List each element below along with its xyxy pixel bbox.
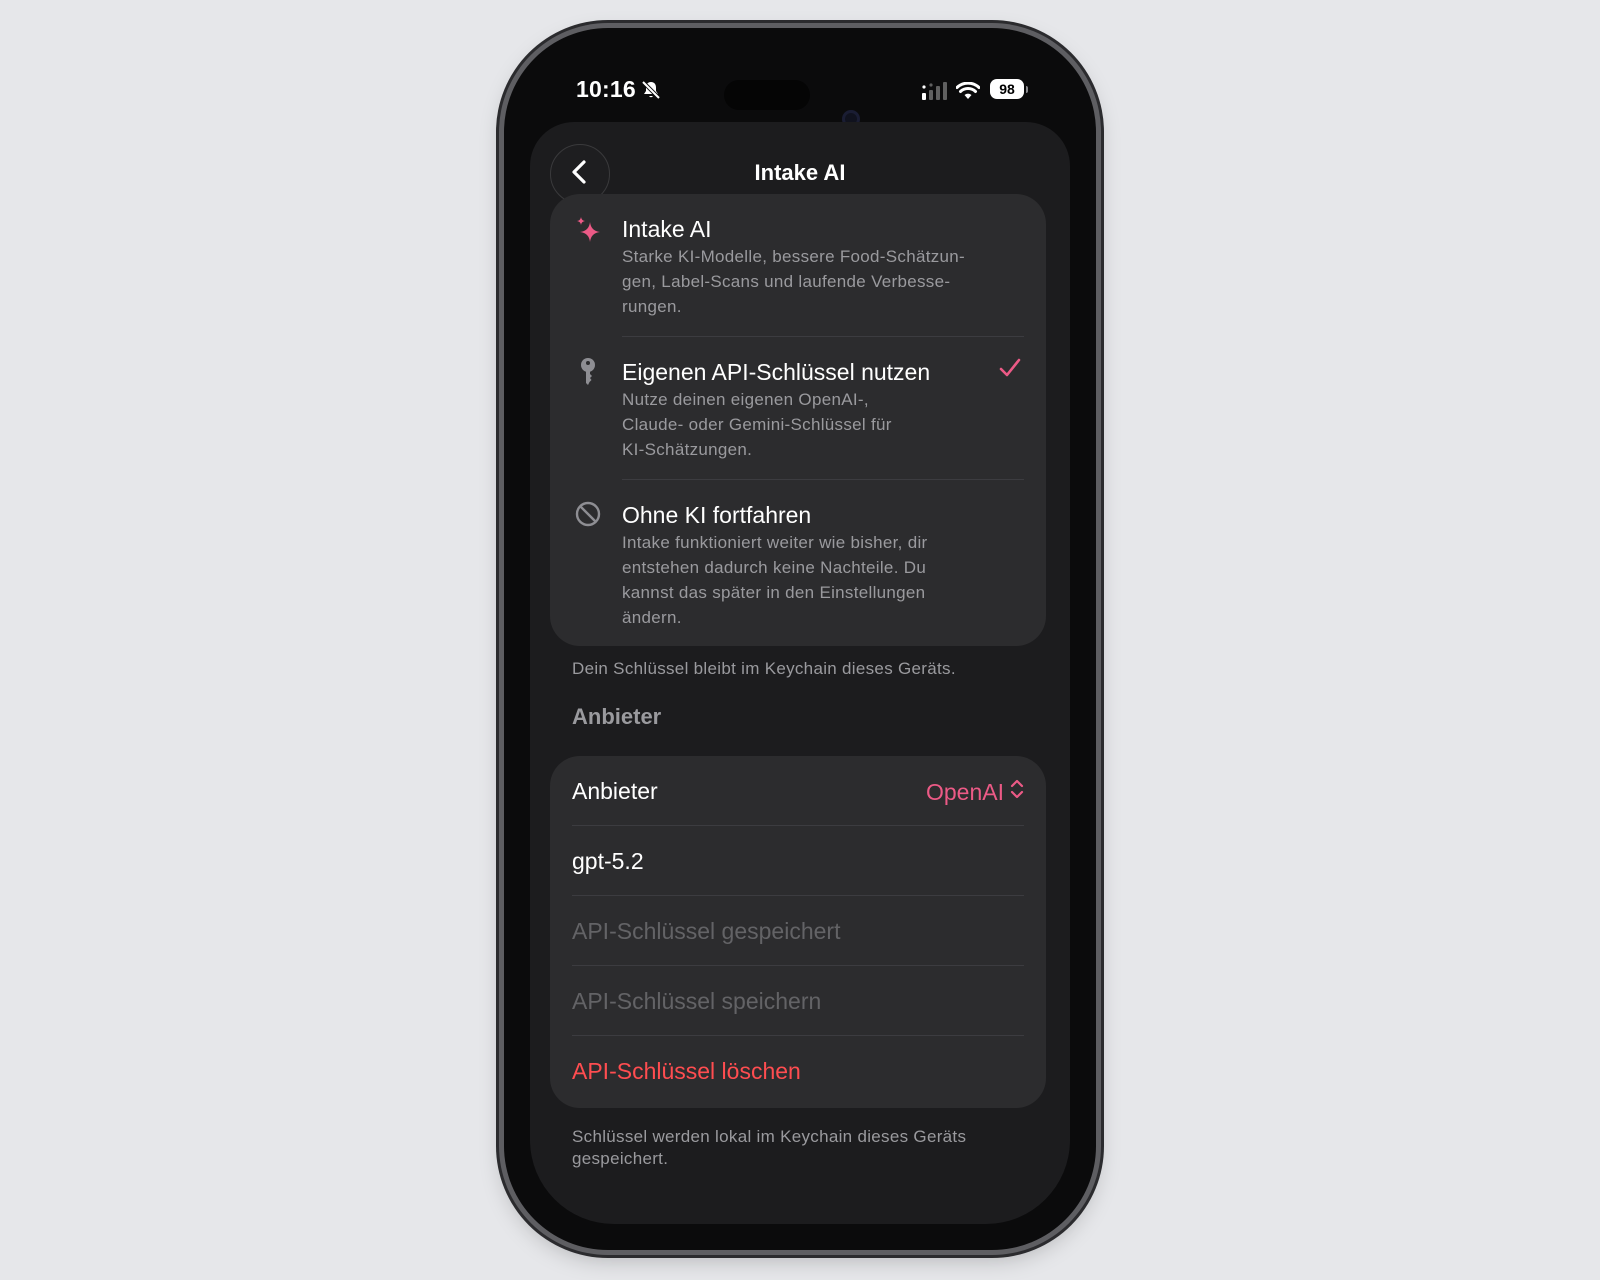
bell-slash-icon bbox=[640, 79, 662, 106]
option-description: Starke KI-Modelle, bessere Food-Schätzun… bbox=[622, 247, 966, 316]
delete-key-label: API-Schlüssel löschen bbox=[572, 1058, 801, 1084]
sparkle-icon bbox=[574, 216, 604, 251]
provider-label: Anbieter bbox=[572, 778, 658, 804]
ai-options-card: Intake AI Starke KI-Modelle, bessere Foo… bbox=[550, 194, 1046, 646]
api-key-field[interactable]: API-Schlüssel gespeichert bbox=[572, 896, 1024, 966]
provider-picker[interactable]: OpenAI bbox=[926, 778, 1024, 806]
delete-key-button[interactable]: API-Schlüssel löschen bbox=[572, 1036, 1024, 1106]
option-description: Nutze deinen eigenen OpenAI-, Claude- od… bbox=[622, 390, 892, 459]
section-header-provider: Anbieter bbox=[572, 704, 662, 729]
option-title: Eigenen API-Schlüssel nutzen bbox=[622, 359, 931, 385]
app-screen: Intake AI Intake AI Starke KI-Modelle, b… bbox=[530, 122, 1070, 1224]
option-own-api-key[interactable]: Eigenen API-Schlüssel nutzen Nutze deine… bbox=[550, 337, 1046, 479]
checkmark-icon bbox=[998, 357, 1022, 384]
option-title: Ohne KI fortfahren bbox=[622, 502, 812, 528]
battery-icon: 98 bbox=[990, 79, 1028, 99]
page-title: Intake AI bbox=[754, 160, 846, 185]
option-without-ai[interactable]: Ohne KI fortfahren Intake funktioniert w… bbox=[550, 480, 1046, 646]
phone-frame: 10:16 98 Intake AI Intake AI Starke KI-M… bbox=[504, 28, 1096, 1250]
option-intake-ai[interactable]: Intake AI Starke KI-Modelle, bessere Foo… bbox=[550, 194, 1046, 336]
wifi-icon bbox=[955, 81, 981, 105]
save-key-button[interactable]: API-Schlüssel speichern bbox=[572, 966, 1024, 1036]
options-footnote: Dein Schlüssel bleibt im Keychain dieses… bbox=[572, 659, 956, 678]
status-bar: 10:16 98 bbox=[504, 28, 1096, 128]
provider-footnote: Schlüssel werden lokal im Keychain diese… bbox=[572, 1127, 967, 1168]
provider-value: OpenAI bbox=[926, 778, 1004, 805]
status-time: 10:16 bbox=[576, 76, 636, 102]
chevron-up-down-icon bbox=[1010, 778, 1024, 806]
model-field[interactable]: gpt-5.2 bbox=[572, 826, 1024, 896]
option-description: Intake funktioniert weiter wie bisher, d… bbox=[622, 533, 928, 627]
key-icon bbox=[574, 357, 604, 394]
model-value: gpt-5.2 bbox=[572, 848, 644, 874]
option-title: Intake AI bbox=[622, 216, 712, 242]
provider-card: Anbieter OpenAI gpt-5.2 API-Schlüssel ge… bbox=[550, 756, 1046, 1108]
dynamic-island bbox=[724, 80, 810, 110]
api-key-placeholder: API-Schlüssel gespeichert bbox=[572, 918, 841, 944]
provider-row[interactable]: Anbieter OpenAI bbox=[572, 756, 1024, 826]
prohibited-icon bbox=[574, 500, 602, 533]
signal-icon bbox=[922, 82, 950, 105]
save-key-label: API-Schlüssel speichern bbox=[572, 988, 822, 1014]
